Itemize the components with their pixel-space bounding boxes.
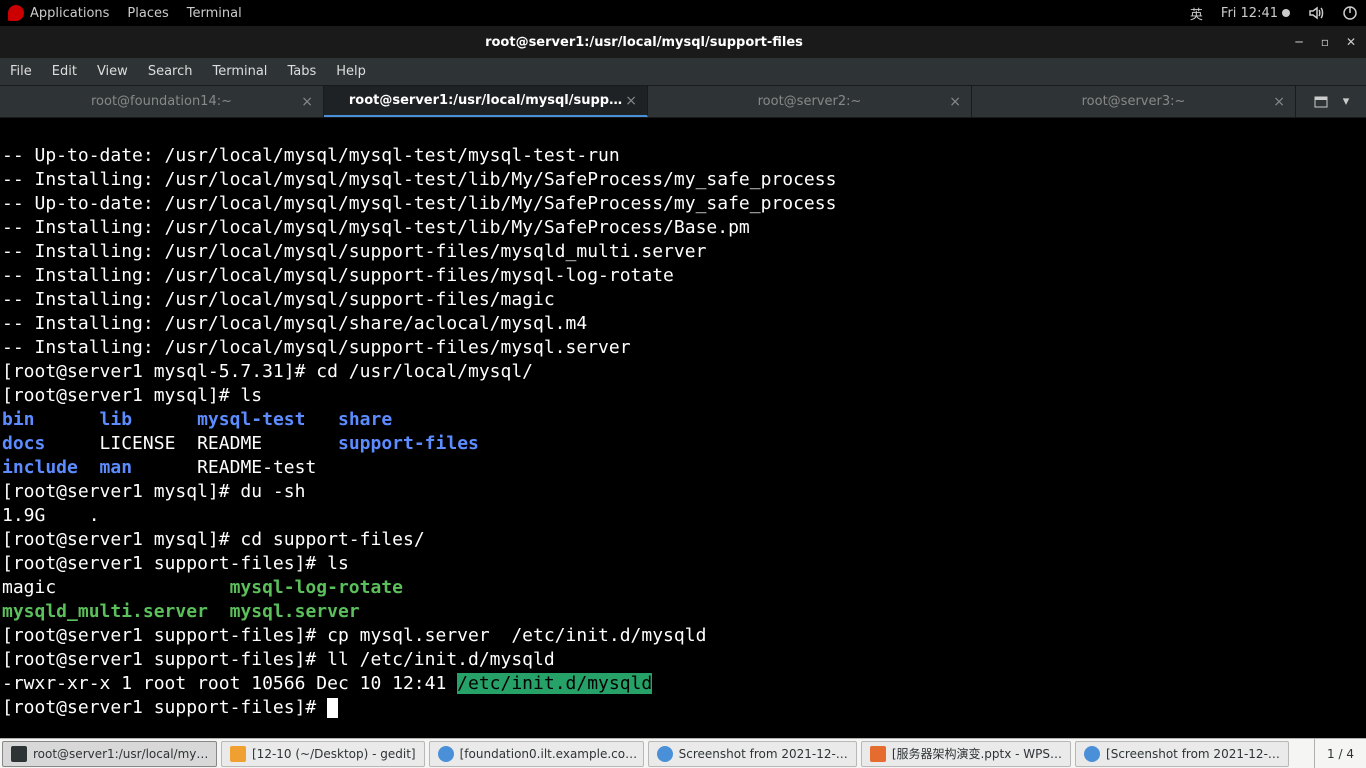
prompt: [root@server1 mysql]# xyxy=(2,481,240,502)
menu-view[interactable]: View xyxy=(97,64,128,79)
task-terminal[interactable]: root@server1:/usr/local/my… xyxy=(2,741,217,767)
image-viewer-icon xyxy=(1084,746,1100,762)
menu-edit[interactable]: Edit xyxy=(52,64,77,79)
task-label: [foundation0.ilt.example.co… xyxy=(460,747,637,761)
cursor xyxy=(327,698,338,718)
prompt: [root@server1 support-files]# xyxy=(2,553,327,574)
clock[interactable]: Fri 12:41 xyxy=(1221,6,1290,21)
task-label: [Screenshot from 2021-12-… xyxy=(1106,747,1280,761)
menu-search[interactable]: Search xyxy=(148,64,193,79)
workspace-label: 1 / 4 xyxy=(1327,747,1354,761)
tab-close-icon[interactable]: × xyxy=(625,93,637,109)
task-screenshot2[interactable]: [Screenshot from 2021-12-… xyxy=(1075,741,1289,767)
volume-icon[interactable] xyxy=(1308,5,1324,21)
minimize-button[interactable]: ─ xyxy=(1292,35,1306,49)
menubar: File Edit View Search Terminal Tabs Help xyxy=(0,58,1366,86)
window-title: root@server1:/usr/local/mysql/support-fi… xyxy=(8,35,1280,50)
task-label: [服务器架构演变.pptx - WPS… xyxy=(892,745,1062,762)
menu-help[interactable]: Help xyxy=(336,64,366,79)
tab-foundation14[interactable]: root@foundation14:~ × xyxy=(0,86,324,117)
redhat-icon xyxy=(8,5,24,21)
tab-server2[interactable]: root@server2:~ × xyxy=(648,86,972,117)
tab-label: root@server2:~ xyxy=(758,94,862,109)
prompt: [root@server1 mysql]# xyxy=(2,529,240,550)
tab-menu-icon[interactable]: ▾ xyxy=(1343,94,1350,109)
prompt: [root@server1 mysql-5.7.31]# xyxy=(2,361,316,382)
menu-file[interactable]: File xyxy=(10,64,32,79)
tab-close-icon[interactable]: × xyxy=(949,94,961,110)
new-tab-icon[interactable] xyxy=(1313,94,1329,110)
prompt: [root@server1 mysql]# xyxy=(2,385,240,406)
applications-menu[interactable]: Applications xyxy=(30,6,109,21)
taskbar: root@server1:/usr/local/my… [12-10 (~/De… xyxy=(0,738,1366,768)
tab-close-icon[interactable]: × xyxy=(301,94,313,110)
task-label: Screenshot from 2021-12-… xyxy=(679,747,848,761)
image-viewer-icon xyxy=(657,746,673,762)
task-wps[interactable]: [服务器架构演变.pptx - WPS… xyxy=(861,741,1071,767)
task-gedit[interactable]: [12-10 (~/Desktop) - gedit] xyxy=(221,741,425,767)
menu-tabs[interactable]: Tabs xyxy=(287,64,316,79)
prompt: [root@server1 support-files]# xyxy=(2,649,327,670)
gnome-topbar: Applications Places Terminal 英 Fri 12:41 xyxy=(0,0,1366,26)
active-app-label[interactable]: Terminal xyxy=(187,6,242,21)
activities-logo[interactable]: Applications xyxy=(8,5,109,21)
menu-terminal[interactable]: Terminal xyxy=(212,64,267,79)
terminal-output[interactable]: -- Up-to-date: /usr/local/mysql/mysql-te… xyxy=(0,118,1366,738)
terminal-icon xyxy=(11,746,27,762)
gedit-icon xyxy=(230,746,246,762)
tab-server3[interactable]: root@server3:~ × xyxy=(972,86,1296,117)
tab-close-icon[interactable]: × xyxy=(1273,94,1285,110)
task-label: [12-10 (~/Desktop) - gedit] xyxy=(252,747,416,761)
tabbar: root@foundation14:~ × root@server1:/usr/… xyxy=(0,86,1366,118)
tab-server1[interactable]: root@server1:/usr/local/mysql/supp… × xyxy=(324,86,648,117)
tab-label: root@foundation14:~ xyxy=(91,94,232,109)
power-icon[interactable] xyxy=(1342,5,1358,21)
places-menu[interactable]: Places xyxy=(127,6,168,21)
tab-label: root@server1:/usr/local/mysql/supp… xyxy=(349,93,622,108)
app-icon xyxy=(438,746,454,762)
task-foundation0[interactable]: [foundation0.ilt.example.co… xyxy=(429,741,644,767)
prompt: [root@server1 support-files]# xyxy=(2,625,327,646)
ime-indicator[interactable]: 英 xyxy=(1190,4,1203,23)
workspace-indicator[interactable]: 1 / 4 xyxy=(1314,739,1366,768)
tab-label: root@server3:~ xyxy=(1082,94,1186,109)
maximize-button[interactable]: ▫ xyxy=(1318,35,1332,49)
close-button[interactable]: ✕ xyxy=(1344,35,1358,49)
task-screenshot1[interactable]: Screenshot from 2021-12-… xyxy=(648,741,857,767)
window-titlebar: root@server1:/usr/local/mysql/support-fi… xyxy=(0,26,1366,58)
task-label: root@server1:/usr/local/my… xyxy=(33,747,208,761)
wps-icon xyxy=(870,746,886,762)
prompt: [root@server1 support-files]# xyxy=(2,697,327,718)
